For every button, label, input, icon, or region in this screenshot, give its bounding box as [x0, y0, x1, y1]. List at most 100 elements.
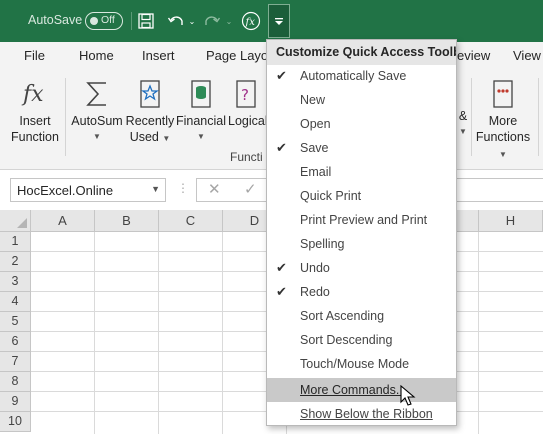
menu-title: Customize Quick Access Toolbar — [267, 40, 456, 65]
menu-item-label: Sort Ascending — [300, 309, 385, 323]
menu-item-label: Open — [300, 117, 331, 131]
recently-used-label: Recently — [125, 114, 175, 128]
database-book-icon — [175, 75, 227, 113]
toggle-knob — [90, 17, 98, 25]
menu-item[interactable]: Quick Print — [267, 184, 456, 208]
menu-item[interactable]: Sort Ascending — [267, 304, 456, 328]
more-book-icon — [472, 75, 534, 113]
logical-label: Logical — [228, 114, 268, 128]
svg-text:?: ? — [241, 86, 249, 104]
name-box-value: HocExcel.Online — [17, 183, 114, 198]
tab-home[interactable]: Home — [79, 48, 114, 63]
redo-icon[interactable] — [201, 9, 223, 33]
menu-item-label: Spelling — [300, 237, 345, 251]
insert-function-button[interactable]: fx Insert Function — [8, 75, 62, 145]
menu-item[interactable]: Print Preview and Print — [267, 208, 456, 232]
row-header[interactable]: 10 — [0, 412, 31, 432]
menu-item[interactable]: Email — [267, 160, 456, 184]
save-icon[interactable] — [136, 9, 156, 33]
row-header[interactable]: 2 — [0, 252, 31, 272]
menu-item-label: Automatically Save — [300, 69, 407, 83]
row-header[interactable]: 7 — [0, 352, 31, 372]
menu-item[interactable]: More Commands... — [267, 378, 456, 402]
recently-used-button[interactable]: Recently Used ▼ — [124, 75, 176, 147]
undo-icon[interactable] — [165, 9, 187, 33]
tab-view[interactable]: View — [513, 48, 541, 63]
logical-button[interactable]: ? Logical — [228, 75, 268, 129]
column-header[interactable]: H — [479, 210, 543, 232]
row-header[interactable]: 3 — [0, 272, 31, 292]
menu-item-label: Sort Descending — [300, 333, 393, 347]
check-icon: ✔ — [276, 260, 287, 275]
menu-item[interactable]: Show Below the Ribbon — [267, 402, 456, 426]
name-box[interactable]: HocExcel.Online ▼ — [10, 178, 166, 202]
check-icon: ✔ — [276, 140, 287, 155]
menu-item[interactable]: ✔ Redo — [267, 280, 456, 304]
menu-item-label: New — [300, 93, 326, 107]
column-header[interactable]: C — [159, 210, 223, 232]
row-header[interactable]: 5 — [0, 312, 31, 332]
recently-used-label-2: Used ▼ — [124, 129, 176, 147]
fx-icon: fx — [8, 75, 62, 113]
financial-button[interactable]: Financial ▼ — [175, 75, 227, 145]
column-header[interactable]: B — [95, 210, 159, 232]
sigma-icon — [70, 75, 124, 113]
recently-used-label-text: Used — [129, 130, 159, 144]
chevron-down-icon: ▼ — [197, 132, 205, 141]
menu-item[interactable]: Open — [267, 112, 456, 136]
gridline — [478, 232, 479, 434]
menu-item[interactable]: New — [267, 88, 456, 112]
autosave-toggle[interactable]: Off — [85, 12, 123, 30]
tab-review[interactable]: eview — [457, 48, 490, 63]
mouse-cursor-icon — [400, 385, 416, 406]
row-header[interactable]: 8 — [0, 372, 31, 392]
menu-item[interactable]: ✔ Automatically Save — [267, 64, 456, 88]
row-header[interactable]: 1 — [0, 232, 31, 252]
text-functions-partial[interactable]: & ▼ — [456, 108, 470, 140]
autosave-state: Off — [101, 14, 115, 26]
tab-page-layout[interactable]: Page Layo — [206, 48, 268, 63]
financial-label: Financial — [175, 114, 227, 128]
autosum-button[interactable]: AutoSum ▼ — [70, 75, 124, 145]
customize-qat-button[interactable] — [268, 4, 290, 38]
svg-text:fx: fx — [245, 17, 256, 28]
menu-item[interactable]: Sort Descending — [267, 328, 456, 352]
autosum-label: AutoSum — [71, 114, 123, 128]
menu-item[interactable]: Spelling — [267, 232, 456, 256]
vertical-dots-icon[interactable]: ⋮ — [177, 181, 189, 195]
cancel-icon[interactable]: ✕ — [208, 180, 221, 198]
gridline — [94, 232, 95, 434]
enter-icon[interactable]: ✓ — [244, 180, 257, 198]
chevron-down-icon[interactable]: ▼ — [151, 184, 160, 194]
row-header[interactable]: 9 — [0, 392, 31, 412]
gridline — [222, 232, 223, 434]
redo-dropdown-icon[interactable]: ⌄ — [224, 9, 234, 33]
menu-item[interactable]: Touch/Mouse Mode — [267, 352, 456, 376]
chevron-down-icon: ▼ — [459, 127, 467, 136]
tab-file[interactable]: File — [24, 48, 45, 63]
menu-item[interactable]: ✔ Save — [267, 136, 456, 160]
tab-insert[interactable]: Insert — [142, 48, 175, 63]
gridline — [158, 232, 159, 434]
row-header[interactable]: 4 — [0, 292, 31, 312]
customize-qat-menu: Customize Quick Access Toolbar ✔ Automati… — [266, 39, 457, 426]
check-icon: ✔ — [276, 284, 287, 299]
menu-item-label: More Commands... — [300, 383, 407, 397]
autosave-label: AutoSave — [28, 13, 83, 27]
undo-dropdown-icon[interactable]: ⌄ — [187, 9, 197, 33]
function-icon[interactable]: fx — [240, 9, 262, 33]
ribbon-separator — [65, 78, 66, 156]
menu-item-label: Undo — [300, 261, 330, 275]
check-icon: ✔ — [276, 68, 287, 83]
ribbon-group-label: Functi — [230, 150, 263, 164]
select-all-button[interactable] — [0, 210, 31, 232]
more-functions-button[interactable]: More Functions ▼ — [472, 75, 534, 163]
more-functions-label: More — [488, 114, 518, 128]
column-header[interactable]: A — [31, 210, 95, 232]
svg-text:fx: fx — [21, 82, 44, 107]
menu-item[interactable]: ✔ Undo — [267, 256, 456, 280]
insert-function-label: Insert — [19, 114, 51, 128]
row-header[interactable]: 6 — [0, 332, 31, 352]
qat-separator — [131, 12, 132, 30]
select-all-icon — [17, 218, 27, 228]
